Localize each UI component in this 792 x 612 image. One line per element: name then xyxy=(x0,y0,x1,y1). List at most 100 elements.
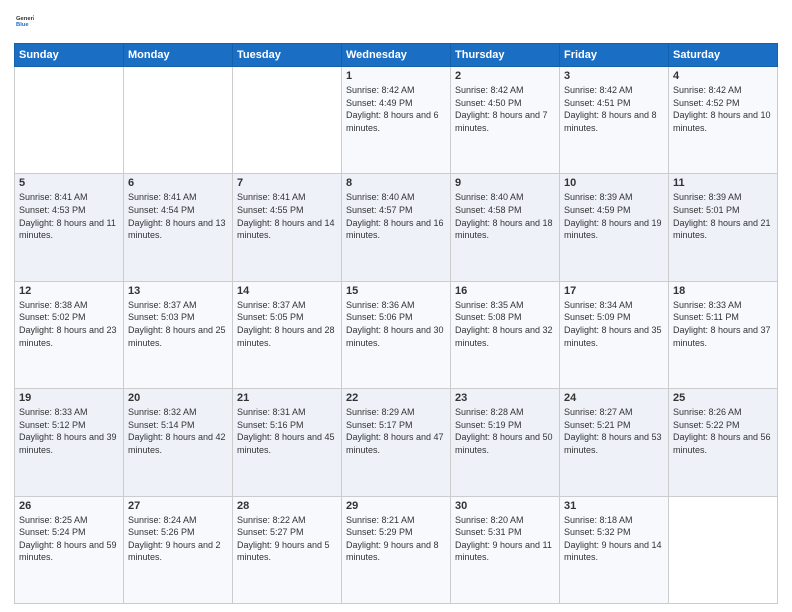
sunrise-text: Sunrise: 8:39 AM xyxy=(673,191,773,204)
sunrise-text: Sunrise: 8:25 AM xyxy=(19,514,119,527)
daylight-text: Daylight: 8 hours and 13 minutes. xyxy=(128,217,228,242)
day-cell: 6Sunrise: 8:41 AMSunset: 4:54 PMDaylight… xyxy=(124,174,233,281)
day-info: Sunrise: 8:36 AMSunset: 5:06 PMDaylight:… xyxy=(346,299,446,349)
daylight-text: Daylight: 8 hours and 8 minutes. xyxy=(564,109,664,134)
weekday-header-row: SundayMondayTuesdayWednesdayThursdayFrid… xyxy=(15,44,778,67)
day-cell: 18Sunrise: 8:33 AMSunset: 5:11 PMDayligh… xyxy=(669,281,778,388)
day-number: 2 xyxy=(455,70,555,82)
day-info: Sunrise: 8:40 AMSunset: 4:57 PMDaylight:… xyxy=(346,191,446,241)
weekday-header-saturday: Saturday xyxy=(669,44,778,67)
day-number: 20 xyxy=(128,392,228,404)
daylight-text: Daylight: 8 hours and 14 minutes. xyxy=(237,217,337,242)
weekday-header-sunday: Sunday xyxy=(15,44,124,67)
weekday-header-monday: Monday xyxy=(124,44,233,67)
day-number: 14 xyxy=(237,285,337,297)
sunset-text: Sunset: 4:53 PM xyxy=(19,204,119,217)
week-row-4: 26 Sunrise: 8:25 AMSunset: 5:24 PMDayligh… xyxy=(15,496,778,603)
day-info: Sunrise: 8:33 AMSunset: 5:12 PMDaylight:… xyxy=(19,406,119,456)
sunrise-text: Sunrise: 8:36 AM xyxy=(346,299,446,312)
sunset-text: Sunset: 5:22 PM xyxy=(673,419,773,432)
week-row-1: 5Sunrise: 8:41 AMSunset: 4:53 PMDaylight… xyxy=(15,174,778,281)
day-info: Sunrise: 8:18 AMSunset: 5:32 PMDaylight:… xyxy=(564,514,664,564)
day-number: 25 xyxy=(673,392,773,404)
svg-text:General: General xyxy=(16,16,34,22)
day-info: Sunrise: 8:42 AMSunset: 4:50 PMDaylight:… xyxy=(455,84,555,134)
day-info: Sunrise: 8:42 AMSunset: 4:52 PMDaylight:… xyxy=(673,84,773,134)
day-cell: 30Sunrise: 8:20 AMSunset: 5:31 PMDayligh… xyxy=(451,496,560,603)
sunrise-text: Sunrise: 8:33 AM xyxy=(673,299,773,312)
day-cell: 13Sunrise: 8:37 AMSunset: 5:03 PMDayligh… xyxy=(124,281,233,388)
day-number: 18 xyxy=(673,285,773,297)
week-row-2: 12Sunrise: 8:38 AMSunset: 5:02 PMDayligh… xyxy=(15,281,778,388)
daylight-text: Daylight: 8 hours and 59 minutes. xyxy=(19,539,119,564)
day-info: Sunrise: 8:21 AMSunset: 5:29 PMDaylight:… xyxy=(346,514,446,564)
sunset-text: Sunset: 5:01 PM xyxy=(673,204,773,217)
daylight-text: Daylight: 8 hours and 37 minutes. xyxy=(673,324,773,349)
day-number: 29 xyxy=(346,500,446,512)
daylight-text: Daylight: 8 hours and 56 minutes. xyxy=(673,431,773,456)
day-cell: 21 Sunrise: 8:31 AMSunset: 5:16 PMDayligh… xyxy=(233,389,342,496)
sunset-text: Sunset: 5:02 PM xyxy=(19,311,119,324)
day-cell: 19Sunrise: 8:33 AMSunset: 5:12 PMDayligh… xyxy=(15,389,124,496)
sunset-text: Sunset: 4:55 PM xyxy=(237,204,337,217)
weekday-header-tuesday: Tuesday xyxy=(233,44,342,67)
logo-icon: General Blue xyxy=(16,10,34,32)
day-info: Sunrise: 8:34 AMSunset: 5:09 PMDaylight:… xyxy=(564,299,664,349)
sunrise-text: Sunrise: 8:42 AM xyxy=(346,84,446,97)
sunset-text: Sunset: 4:58 PM xyxy=(455,204,555,217)
day-info: Sunrise: 8:35 AMSunset: 5:08 PMDaylight:… xyxy=(455,299,555,349)
week-row-3: 19Sunrise: 8:33 AMSunset: 5:12 PMDayligh… xyxy=(15,389,778,496)
daylight-text: Daylight: 9 hours and 11 minutes. xyxy=(455,539,555,564)
day-cell: 23Sunrise: 8:28 AMSunset: 5:19 PMDayligh… xyxy=(451,389,560,496)
day-number: 6 xyxy=(128,177,228,189)
daylight-text: Daylight: 8 hours and 16 minutes. xyxy=(346,217,446,242)
day-cell: 9Sunrise: 8:40 AMSunset: 4:58 PMDaylight… xyxy=(451,174,560,281)
day-info: Sunrise: 8:25 AMSunset: 5:24 PMDaylight:… xyxy=(19,514,119,564)
sunset-text: Sunset: 5:14 PM xyxy=(128,419,228,432)
day-number: 5 xyxy=(19,177,119,189)
daylight-text: Daylight: 8 hours and 11 minutes. xyxy=(19,217,119,242)
day-info: Sunrise: 8:42 AMSunset: 4:51 PMDaylight:… xyxy=(564,84,664,134)
sunrise-text: Sunrise: 8:22 AM xyxy=(237,514,337,527)
daylight-text: Daylight: 8 hours and 7 minutes. xyxy=(455,109,555,134)
day-number: 1 xyxy=(346,70,446,82)
sunset-text: Sunset: 4:51 PM xyxy=(564,97,664,110)
day-info: Sunrise: 8:31 AMSunset: 5:16 PMDaylight:… xyxy=(237,406,337,456)
day-cell: 28Sunrise: 8:22 AMSunset: 5:27 PMDayligh… xyxy=(233,496,342,603)
day-number: 17 xyxy=(564,285,664,297)
day-number: 30 xyxy=(455,500,555,512)
daylight-text: Daylight: 8 hours and 28 minutes. xyxy=(237,324,337,349)
sunrise-text: Sunrise: 8:40 AM xyxy=(455,191,555,204)
daylight-text: Daylight: 8 hours and 53 minutes. xyxy=(564,431,664,456)
sunset-text: Sunset: 5:05 PM xyxy=(237,311,337,324)
day-number: 24 xyxy=(564,392,664,404)
daylight-text: Daylight: 8 hours and 39 minutes. xyxy=(19,431,119,456)
day-number: 3 xyxy=(564,70,664,82)
day-number: 21 xyxy=(237,392,337,404)
day-number: 26 xyxy=(19,500,119,512)
day-cell: 4Sunrise: 8:42 AMSunset: 4:52 PMDaylight… xyxy=(669,67,778,174)
sunset-text: Sunset: 4:54 PM xyxy=(128,204,228,217)
sunset-text: Sunset: 5:29 PM xyxy=(346,526,446,539)
sunset-text: Sunset: 5:09 PM xyxy=(564,311,664,324)
sunrise-text: Sunrise: 8:40 AM xyxy=(346,191,446,204)
day-info: Sunrise: 8:37 AMSunset: 5:05 PMDaylight:… xyxy=(237,299,337,349)
weekday-header-wednesday: Wednesday xyxy=(342,44,451,67)
daylight-text: Daylight: 8 hours and 19 minutes. xyxy=(564,217,664,242)
sunrise-text: Sunrise: 8:37 AM xyxy=(128,299,228,312)
sunset-text: Sunset: 5:32 PM xyxy=(564,526,664,539)
day-cell: 25Sunrise: 8:26 AMSunset: 5:22 PMDayligh… xyxy=(669,389,778,496)
daylight-text: Daylight: 8 hours and 45 minutes. xyxy=(237,431,337,456)
daylight-text: Daylight: 8 hours and 10 minutes. xyxy=(673,109,773,134)
daylight-text: Daylight: 8 hours and 50 minutes. xyxy=(455,431,555,456)
sunrise-text: Sunrise: 8:42 AM xyxy=(673,84,773,97)
day-cell: 7Sunrise: 8:41 AMSunset: 4:55 PMDaylight… xyxy=(233,174,342,281)
sunrise-text: Sunrise: 8:37 AM xyxy=(237,299,337,312)
day-number: 23 xyxy=(455,392,555,404)
day-cell: 16Sunrise: 8:35 AMSunset: 5:08 PMDayligh… xyxy=(451,281,560,388)
day-cell xyxy=(669,496,778,603)
day-cell: 20Sunrise: 8:32 AMSunset: 5:14 PMDayligh… xyxy=(124,389,233,496)
daylight-text: Daylight: 8 hours and 35 minutes. xyxy=(564,324,664,349)
sunrise-text: Sunrise: 8:34 AM xyxy=(564,299,664,312)
sunrise-text: Sunrise: 8:29 AM xyxy=(346,406,446,419)
